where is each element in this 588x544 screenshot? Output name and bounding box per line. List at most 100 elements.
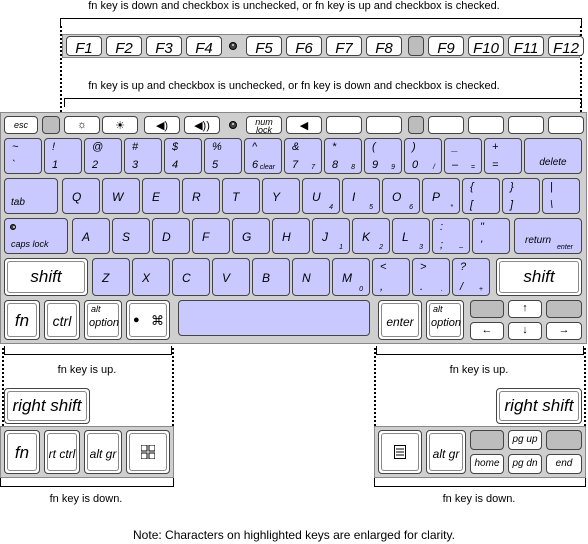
letter-key-r4-3[interactable]: V — [212, 258, 250, 296]
letter-key-r3-9[interactable]: :; – — [432, 218, 470, 254]
home-key[interactable]: home — [470, 454, 504, 474]
letter-key-r2-0[interactable]: Q — [62, 178, 100, 214]
letter-key-r2-11[interactable]: }] — [502, 178, 540, 214]
tab-key[interactable]: tab — [4, 178, 58, 214]
f-key-4[interactable]: F4 — [186, 36, 222, 56]
letter-key-r2-8[interactable]: O6 — [382, 178, 420, 214]
esc-key[interactable]: esc — [4, 116, 38, 134]
caps-lock-key[interactable]: caps lock — [4, 218, 68, 254]
blank-fn-key-4[interactable] — [468, 116, 504, 134]
left-shift-key[interactable]: shift — [4, 258, 88, 296]
letter-key-r3-8[interactable]: L3 — [392, 218, 430, 254]
brightness-up-key[interactable]: ☀ — [102, 116, 138, 134]
f-key-9[interactable]: F9 — [428, 36, 464, 56]
number-key-0[interactable]: ~ ` — [4, 138, 42, 174]
number-key-6[interactable]: ^ 6 clear — [244, 138, 282, 174]
letter-key-r4-8[interactable]: >.. — [412, 258, 450, 296]
mute-key[interactable]: ◀ — [286, 116, 322, 134]
letter-key-r3-7[interactable]: K2 — [352, 218, 390, 254]
volume-up-key[interactable]: ◀)) — [184, 116, 220, 134]
blank-fn-key-0[interactable] — [326, 116, 362, 134]
f-key-11[interactable]: F11 — [508, 36, 544, 56]
number-key-8[interactable]: * 8 8 — [324, 138, 362, 174]
fn-key-down[interactable]: fn — [4, 430, 40, 474]
blank-fn-key-1[interactable] — [366, 116, 402, 134]
letter-key-r2-9[interactable]: P * — [422, 178, 460, 214]
right-shift-key-right[interactable]: right shift — [496, 388, 582, 424]
letter-key-r2-3[interactable]: R — [182, 178, 220, 214]
command-key[interactable]: ● ⌘ — [126, 300, 170, 340]
end-key[interactable]: end — [546, 454, 582, 474]
blank-fn-key-6[interactable] — [548, 116, 584, 134]
f-key-7[interactable]: F7 — [326, 36, 362, 56]
letter-key-r2-12[interactable]: | \ — [542, 178, 580, 214]
number-key-11[interactable]: _ – = — [444, 138, 482, 174]
f-key-3[interactable]: F3 — [146, 36, 182, 56]
alt-gr-key-left[interactable]: alt gr — [84, 430, 122, 474]
letter-key-r3-3[interactable]: F — [192, 218, 230, 254]
letter-key-r3-5[interactable]: H — [272, 218, 310, 254]
letter-key-r4-9[interactable]: ? / + — [452, 258, 490, 296]
number-key-10[interactable]: ) 0 / — [404, 138, 442, 174]
right-shift-key[interactable]: shift — [496, 258, 582, 296]
letter-key-r3-6[interactable]: J1 — [312, 218, 350, 254]
fn-key[interactable]: fn — [4, 300, 40, 340]
letter-key-r3-4[interactable]: G — [232, 218, 270, 254]
blank-fn-key-5[interactable] — [508, 116, 544, 134]
number-key-12[interactable]: + = — [484, 138, 522, 174]
letter-key-r3-2[interactable]: D — [152, 218, 190, 254]
letter-key-r4-1[interactable]: X — [132, 258, 170, 296]
letter-key-r4-7[interactable]: <, — [372, 258, 410, 296]
pg-dn-key[interactable]: pg dn — [508, 454, 542, 474]
menu-key[interactable] — [378, 430, 422, 474]
number-key-7[interactable]: & 7 7 — [284, 138, 322, 174]
option-key-left[interactable]: alt option — [84, 300, 122, 340]
number-key-2[interactable]: @2 — [84, 138, 122, 174]
left-arrow-key[interactable]: ← — [470, 322, 504, 340]
f-key-1[interactable]: F1 — [66, 36, 102, 56]
brightness-down-key[interactable]: ☼ — [64, 116, 100, 134]
number-key-3[interactable]: #3 — [124, 138, 162, 174]
pg-up-key[interactable]: pg up — [508, 430, 542, 450]
letter-key-r4-0[interactable]: Z — [92, 258, 130, 296]
blank-fn-key-3[interactable] — [428, 116, 464, 134]
return-key[interactable]: return enter — [514, 218, 582, 254]
number-key-4[interactable]: $4 — [164, 138, 202, 174]
alt-gr-key-right[interactable]: alt gr — [426, 430, 466, 474]
up-arrow-key[interactable]: ↑ — [508, 300, 542, 318]
space-bar[interactable] — [178, 300, 370, 336]
letter-key-r2-10[interactable]: {[ — [462, 178, 500, 214]
number-key-9[interactable]: (9 9 — [364, 138, 402, 174]
letter-key-r2-5[interactable]: Y — [262, 178, 300, 214]
f-key-2[interactable]: F2 — [106, 36, 142, 56]
f-key-6[interactable]: F6 — [286, 36, 322, 56]
f-key-12[interactable]: F12 — [548, 36, 584, 56]
volume-down-key[interactable]: ◀) — [144, 116, 180, 134]
option-key-right[interactable]: alt option — [426, 300, 464, 340]
enter-key[interactable]: enter — [378, 300, 422, 340]
letter-key-r4-4[interactable]: B — [252, 258, 290, 296]
ctrl-key[interactable]: ctrl — [44, 300, 80, 340]
letter-key-r2-4[interactable]: T — [222, 178, 260, 214]
num-lock-key[interactable]: num lock — [246, 116, 282, 134]
number-key-5[interactable]: % 5 — [204, 138, 242, 174]
letter-key-r2-7[interactable]: I5 — [342, 178, 380, 214]
windows-key[interactable] — [126, 430, 170, 474]
letter-key-r2-1[interactable]: W — [102, 178, 140, 214]
right-shift-key-left[interactable]: right shift — [4, 388, 90, 424]
number-key-1[interactable]: ! 1 — [44, 138, 82, 174]
letter-key-r2-2[interactable]: E — [142, 178, 180, 214]
letter-key-r3-1[interactable]: S — [112, 218, 150, 254]
letter-key-r2-6[interactable]: U4 — [302, 178, 340, 214]
letter-key-r3-10[interactable]: " ' — [472, 218, 510, 254]
rt-ctrl-key[interactable]: rt ctrl — [44, 430, 80, 474]
letter-key-r4-5[interactable]: N — [292, 258, 330, 296]
delete-key[interactable]: delete — [524, 138, 582, 174]
f-key-5[interactable]: F5 — [246, 36, 282, 56]
letter-key-r4-2[interactable]: C — [172, 258, 210, 296]
f-key-8[interactable]: F8 — [366, 36, 402, 56]
f-key-10[interactable]: F10 — [468, 36, 504, 56]
down-arrow-key[interactable]: ↓ — [508, 322, 542, 340]
letter-key-r3-0[interactable]: A — [72, 218, 110, 254]
letter-key-r4-6[interactable]: M0 — [332, 258, 370, 296]
